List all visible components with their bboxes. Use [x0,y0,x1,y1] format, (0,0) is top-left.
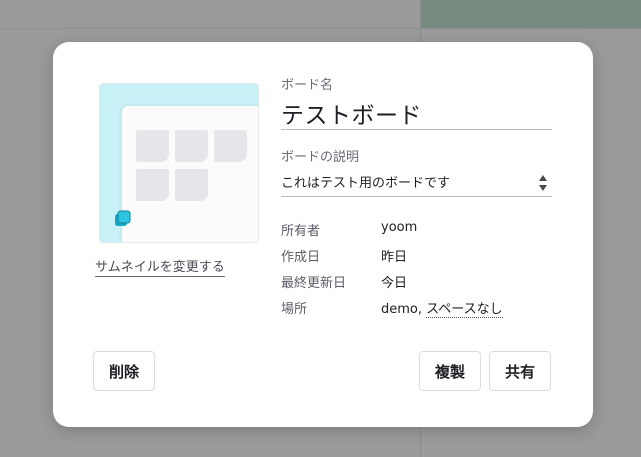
thumbnail-sticky-note [175,130,208,162]
board-settings-dialog: サムネイルを変更する ボード名 テストボード ボードの説明 これはテスト用のボー… [53,42,593,427]
location-value: demo, スペースなし [381,298,503,318]
created-value: 昨日 [381,250,408,265]
thumbnail-sticky-note [136,130,169,162]
background-panel [421,0,641,28]
delete-button[interactable]: 削除 [93,351,155,391]
thumbnail-sticky-note [214,130,247,162]
board-description-value: これはテスト用のボードです [281,176,451,191]
created-label: 作成日 [281,250,321,265]
board-logo-icon [115,210,131,226]
location-space-link[interactable]: スペースなし [426,302,503,318]
duplicate-button[interactable]: 複製 [419,351,481,391]
thumbnail-sticky-note [175,169,208,201]
board-name-underline [281,129,552,130]
share-button[interactable]: 共有 [489,351,551,391]
thumbnail-board-sheet [122,106,258,242]
board-description-underline [281,196,552,197]
location-label: 場所 [281,302,308,317]
location-prefix: demo, [381,302,422,317]
background-topbar-divider [0,28,641,29]
board-name-input[interactable]: テストボード [281,96,422,130]
board-name-label: ボード名 [281,78,334,93]
updated-label: 最終更新日 [281,276,347,291]
owner-label: 所有者 [281,224,321,239]
owner-value: yoom [381,220,418,235]
board-thumbnail[interactable] [99,83,259,243]
board-description-field[interactable]: これはテスト用のボードです [281,172,552,196]
updated-value: 今日 [381,276,408,291]
thumbnail-sticky-note [136,169,169,201]
sort-arrows-icon [539,175,547,191]
board-description-label: ボードの説明 [281,150,360,165]
change-thumbnail-link[interactable]: サムネイルを変更する [95,256,225,277]
